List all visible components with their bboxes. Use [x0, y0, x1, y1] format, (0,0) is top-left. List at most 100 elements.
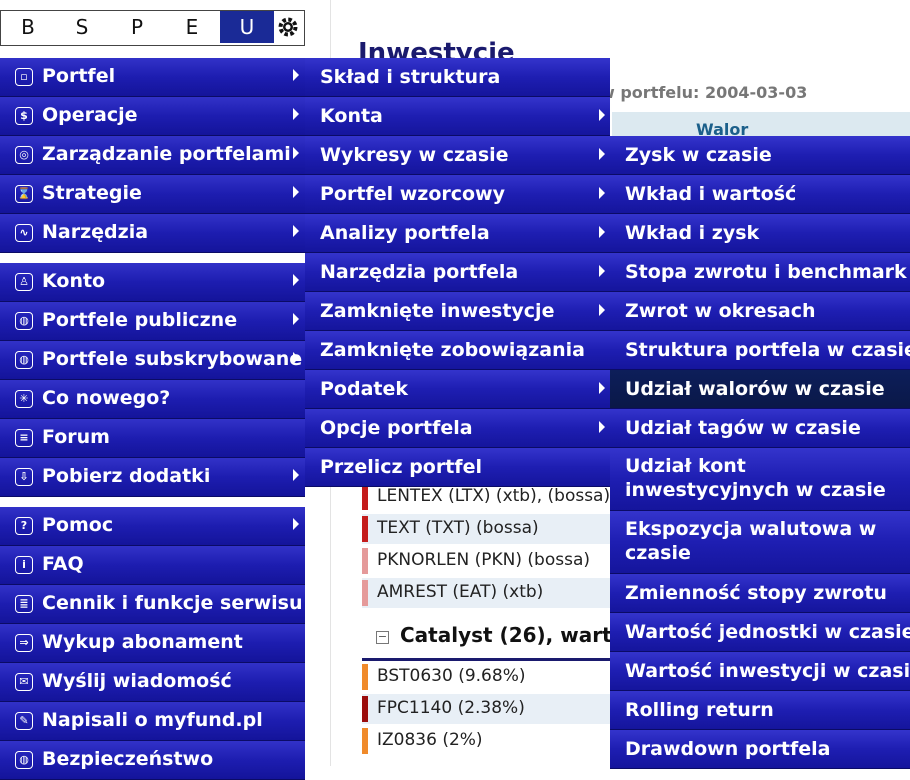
- submenu-item-drawdown-portfela[interactable]: Drawdown portfela: [610, 730, 910, 769]
- menu-item-cennik-i-funkcje-serwisu[interactable]: ≣ Cennik i funkcje serwisu: [0, 585, 305, 624]
- submenu-item-label: Udział tagów w czasie: [625, 417, 861, 439]
- menu-item-label: Cennik i funkcje serwisu: [42, 592, 303, 614]
- asset-row[interactable]: PKNORLEN (PKN) (bossa): [362, 546, 610, 576]
- target-icon: ◎: [15, 146, 33, 164]
- submenu-item-rolling-return[interactable]: Rolling return: [610, 691, 910, 730]
- submenu-item-wklad-i-zysk[interactable]: Wkład i zysk: [610, 214, 910, 253]
- chevron-right-icon: [599, 109, 605, 121]
- menu-item-label: Konto: [42, 270, 106, 292]
- toplink-e[interactable]: E: [165, 11, 219, 43]
- submenu-item-wklad-i-wartosc[interactable]: Wkład i wartość: [610, 175, 910, 214]
- menu-item-label: Pobierz dodatki: [42, 465, 211, 487]
- menu-item-portfele-subskrybowane[interactable]: ◍ Portfele subskrybowane: [0, 341, 305, 380]
- color-marker: [362, 484, 368, 510]
- submenu-item-udzial-kont-inwestycyjnych-w-czasie[interactable]: Udział kont inwestycyjnych w czasie: [610, 448, 910, 511]
- submenu-item-stopa-zwrotu-i-benchmark[interactable]: Stopa zwrotu i benchmark: [610, 253, 910, 292]
- menu-item-pobierz-dodatki[interactable]: ⇩ Pobierz dodatki: [0, 458, 305, 497]
- asset-row[interactable]: AMREST (EAT) (xtb): [362, 578, 610, 608]
- submenu-item-label: Zwrot w okresach: [625, 300, 816, 322]
- submenu-item-label: Narzędzia portfela: [320, 261, 519, 283]
- submenu-item-zwrot-w-okresach[interactable]: Zwrot w okresach: [610, 292, 910, 331]
- submenu-item-udzial-walorow-w-czasie[interactable]: Udział walorów w czasie: [610, 370, 910, 409]
- menu-item-strategie[interactable]: ⌛ Strategie: [0, 175, 305, 214]
- submenu-item-zamkniete-inwestycje[interactable]: Zamknięte inwestycje: [305, 292, 610, 331]
- gear-icon[interactable]: [276, 15, 300, 39]
- toplink-u[interactable]: U: [220, 11, 274, 43]
- hourglass-icon: ⌛: [15, 185, 33, 203]
- chevron-right-icon: [293, 313, 299, 325]
- menu-item-bezpieczenstwo[interactable]: ◍ Bezpieczeństwo: [0, 741, 305, 780]
- submenu-item-wartosc-inwestycji-w-czasie[interactable]: Wartość inwestycji w czasie: [610, 652, 910, 691]
- category-header[interactable]: − Catalyst (26), warto: [362, 618, 625, 661]
- menu-item-label: Portfel: [42, 65, 116, 87]
- asset-name: LENTEX (LTX) (xtb), (bossa): [377, 486, 611, 506]
- menu-item-forum[interactable]: ≡ Forum: [0, 419, 305, 458]
- star-icon: ✳: [15, 390, 33, 408]
- asset-row[interactable]: FPC1140 (2.38%): [362, 694, 610, 724]
- menu-item-faq[interactable]: i FAQ: [0, 546, 305, 585]
- user-icon: ♙: [15, 273, 33, 291]
- asset-row[interactable]: BST0630 (9.68%): [362, 662, 610, 692]
- page-subtitle: w portfelu: 2004-03-03: [600, 83, 808, 102]
- submenu-item-wykresy-w-czasie[interactable]: Wykresy w czasie: [305, 136, 610, 175]
- menu-item-portfele-publiczne[interactable]: ◍ Portfele publiczne: [0, 302, 305, 341]
- submenu-item-przelicz-portfel[interactable]: Przelicz portfel: [305, 448, 610, 487]
- submenu-item-label: Udział kont inwestycyjnych w czasie: [625, 455, 886, 501]
- portfolio-icon: ▫: [15, 68, 33, 86]
- submenu-item-label: Skład i struktura: [320, 66, 501, 88]
- submenu-item-podatek[interactable]: Podatek: [305, 370, 610, 409]
- asset-name: PKNORLEN (PKN) (bossa): [377, 550, 591, 570]
- menu-item-wyslij-wiadomosc[interactable]: ✉ Wyślij wiadomość: [0, 663, 305, 702]
- submenu-item-label: Wykresy w czasie: [320, 144, 509, 166]
- coins-icon: ≣: [15, 595, 33, 613]
- menu-item-zarzadzanie-portfelami[interactable]: ◎ Zarządzanie portfelami: [0, 136, 305, 175]
- chevron-right-icon: [293, 274, 299, 286]
- submenu-item-struktura-portfela-w-czasie[interactable]: Struktura portfela w czasie: [610, 331, 910, 370]
- category-title: Catalyst (26), warto: [400, 623, 626, 647]
- submenu-item-label: Opcje portfela: [320, 417, 473, 439]
- submenu-item-label: Zmienność stopy zwrotu: [625, 582, 887, 604]
- menu-item-co-nowego[interactable]: ✳ Co nowego?: [0, 380, 305, 419]
- submenu-item-zmiennosc-stopy-zwrotu[interactable]: Zmienność stopy zwrotu: [610, 574, 910, 613]
- menu-item-label: Pomoc: [42, 514, 114, 536]
- menu-item-konto[interactable]: ♙ Konto: [0, 263, 305, 302]
- menu-item-operacje[interactable]: $ Operacje: [0, 97, 305, 136]
- submenu-item-opcje-portfela[interactable]: Opcje portfela: [305, 409, 610, 448]
- submenu-item-narzedzia-portfela[interactable]: Narzędzia portfela: [305, 253, 610, 292]
- collapse-icon[interactable]: −: [376, 631, 389, 644]
- submenu-item-zysk-w-czasie[interactable]: Zysk w czasie: [610, 136, 910, 175]
- toplink-p[interactable]: P: [110, 11, 164, 43]
- menu-item-wykup-abonament[interactable]: ⇒ Wykup abonament: [0, 624, 305, 663]
- chevron-right-icon: [293, 69, 299, 81]
- submenu-item-portfel-wzorcowy[interactable]: Portfel wzorcowy: [305, 175, 610, 214]
- toplink-b[interactable]: B: [1, 11, 55, 43]
- submenu-item-label: Stopa zwrotu i benchmark: [625, 261, 907, 283]
- menu-item-narzedzia[interactable]: ∿ Narzędzia: [0, 214, 305, 253]
- top-links-bar: BSPEU: [0, 10, 305, 46]
- submenu-item-label: Konta: [320, 105, 383, 127]
- asset-row[interactable]: TEXT (TXT) (bossa): [362, 514, 610, 544]
- submenu-item-sklad-i-struktura[interactable]: Skład i struktura: [305, 58, 610, 97]
- submenu-item-konta[interactable]: Konta: [305, 97, 610, 136]
- menu-item-label: Bezpieczeństwo: [42, 748, 214, 770]
- submenu-item-wartosc-jednostki-w-czasie[interactable]: Wartość jednostki w czasie: [610, 613, 910, 652]
- submenu-item-zamkniete-zobowiazania[interactable]: Zamknięte zobowiązania: [305, 331, 610, 370]
- menu-item-portfel[interactable]: ▫ Portfel: [0, 58, 305, 97]
- submenu-item-label: Analizy portfela: [320, 222, 490, 244]
- submenu-item-label: Udział walorów w czasie: [625, 378, 885, 400]
- menu-item-label: Wykup abonament: [42, 631, 243, 653]
- submenu-item-label: Wartość jednostki w czasie: [625, 621, 910, 643]
- submenu-item-udzial-tagow-w-czasie[interactable]: Udział tagów w czasie: [610, 409, 910, 448]
- submenu-item-analizy-portfela[interactable]: Analizy portfela: [305, 214, 610, 253]
- asset-row[interactable]: IZ0836 (2%): [362, 726, 610, 756]
- submenu-item-ekspozycja-walutowa-w-czasie[interactable]: Ekspozycja walutowa w czasie: [610, 511, 910, 574]
- submenu-item-label: Wartość inwestycji w czasie: [625, 660, 910, 682]
- submenu-item-label: Drawdown portfela: [625, 738, 831, 760]
- chart-icon: ∿: [15, 224, 33, 242]
- menu-item-label: FAQ: [42, 553, 84, 575]
- menu-item-pomoc[interactable]: ? Pomoc: [0, 507, 305, 546]
- toplink-s[interactable]: S: [55, 11, 109, 43]
- color-marker: [362, 664, 368, 690]
- menu-item-napisali-o-myfund-pl[interactable]: ✎ Napisali o myfund.pl: [0, 702, 305, 741]
- menu-item-label: Zarządzanie portfelami: [42, 143, 291, 165]
